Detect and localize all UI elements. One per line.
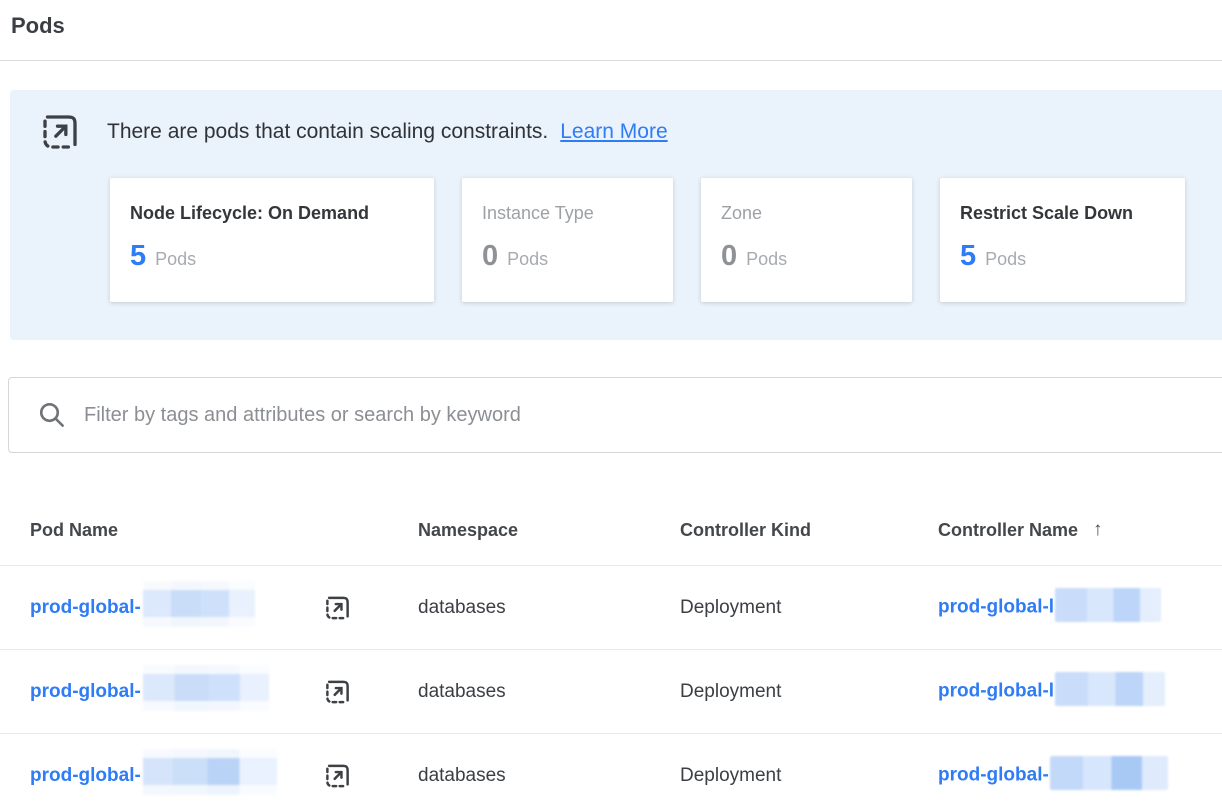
pod-name-cell: prod-global-	[30, 589, 418, 627]
column-header-controller-name[interactable]: Controller Name ↑	[938, 519, 1222, 541]
card-count-number: 5	[130, 240, 146, 273]
card-title: Restrict Scale Down	[960, 203, 1165, 224]
scaling-constraints-banner: There are pods that contain scaling cons…	[10, 90, 1222, 340]
column-header-pod-name[interactable]: Pod Name	[30, 520, 418, 541]
pod-name-link[interactable]: prod-global-	[30, 597, 141, 618]
scale-out-icon	[324, 594, 351, 621]
card-count-unit: Pods	[985, 249, 1026, 270]
learn-more-link[interactable]: Learn More	[560, 120, 667, 144]
pod-name-link[interactable]: prod-global-	[30, 681, 141, 702]
pods-page: Pods There are pods that contain scaling…	[0, 10, 1222, 804]
controller-name-link[interactable]: prod-global-	[938, 765, 1049, 786]
search-icon	[37, 400, 67, 430]
controller-name-cell: prod-global-l	[938, 677, 1222, 706]
pod-name-link[interactable]: prod-global-	[30, 765, 141, 786]
redacted-pod-name	[143, 665, 269, 711]
redacted-controller-name	[1055, 672, 1165, 706]
controller-name-cell: prod-global-	[938, 761, 1222, 790]
card-title: Node Lifecycle: On Demand	[130, 203, 414, 224]
card-count: 5 Pods	[960, 240, 1165, 273]
scale-out-icon	[324, 678, 351, 705]
card-count-number: 0	[482, 240, 498, 273]
controller-name-link[interactable]: prod-global-l	[938, 597, 1054, 618]
table-row: prod-global- databases Deployment prod-g…	[0, 565, 1222, 649]
column-header-controller-kind[interactable]: Controller Kind	[680, 520, 938, 541]
controller-name-link[interactable]: prod-global-l	[938, 681, 1054, 702]
constraint-card-node-lifecycle[interactable]: Node Lifecycle: On Demand 5 Pods	[110, 178, 434, 302]
table-header-row: Pod Name Namespace Controller Kind Contr…	[0, 453, 1222, 565]
table-row: prod-global- databases Deployment prod-g…	[0, 733, 1222, 804]
constraint-cards: Node Lifecycle: On Demand 5 Pods Instanc…	[110, 178, 1222, 302]
title-divider	[0, 60, 1222, 61]
namespace-cell: databases	[418, 765, 680, 787]
namespace-cell: databases	[418, 681, 680, 703]
card-title: Instance Type	[482, 203, 653, 224]
card-count: 0 Pods	[482, 240, 653, 273]
pods-table: Pod Name Namespace Controller Kind Contr…	[0, 453, 1222, 804]
card-count-number: 5	[960, 240, 976, 273]
banner-message: There are pods that contain scaling cons…	[107, 120, 548, 144]
sort-ascending-arrow-icon: ↑	[1093, 519, 1103, 541]
card-count-unit: Pods	[155, 249, 196, 270]
card-count-unit: Pods	[507, 249, 548, 270]
card-count-unit: Pods	[746, 249, 787, 270]
controller-kind-cell: Deployment	[680, 597, 938, 619]
redacted-pod-name	[143, 749, 277, 795]
constraint-card-zone[interactable]: Zone 0 Pods	[701, 178, 912, 302]
column-header-label: Controller Name	[938, 520, 1078, 541]
redacted-pod-name	[143, 581, 255, 627]
controller-kind-cell: Deployment	[680, 765, 938, 787]
redacted-controller-name	[1050, 756, 1168, 790]
banner-header: There are pods that contain scaling cons…	[10, 90, 1222, 152]
card-title: Zone	[721, 203, 892, 224]
constraint-card-restrict-scale-down[interactable]: Restrict Scale Down 5 Pods	[940, 178, 1185, 302]
card-count: 0 Pods	[721, 240, 892, 273]
pod-name-cell: prod-global-	[30, 673, 418, 711]
card-count-number: 0	[721, 240, 737, 273]
page-title: Pods	[11, 10, 1222, 42]
table-row: prod-global- databases Deployment prod-g…	[0, 649, 1222, 733]
scale-out-icon	[40, 112, 80, 152]
filter-search-bar[interactable]	[8, 377, 1222, 453]
card-count: 5 Pods	[130, 240, 414, 273]
search-input[interactable]	[82, 403, 1222, 428]
redacted-controller-name	[1055, 588, 1161, 622]
constraint-card-instance-type[interactable]: Instance Type 0 Pods	[462, 178, 673, 302]
controller-name-cell: prod-global-l	[938, 593, 1222, 622]
namespace-cell: databases	[418, 597, 680, 619]
scale-out-icon	[324, 762, 351, 789]
controller-kind-cell: Deployment	[680, 681, 938, 703]
pod-name-cell: prod-global-	[30, 757, 418, 795]
column-header-namespace[interactable]: Namespace	[418, 520, 680, 541]
